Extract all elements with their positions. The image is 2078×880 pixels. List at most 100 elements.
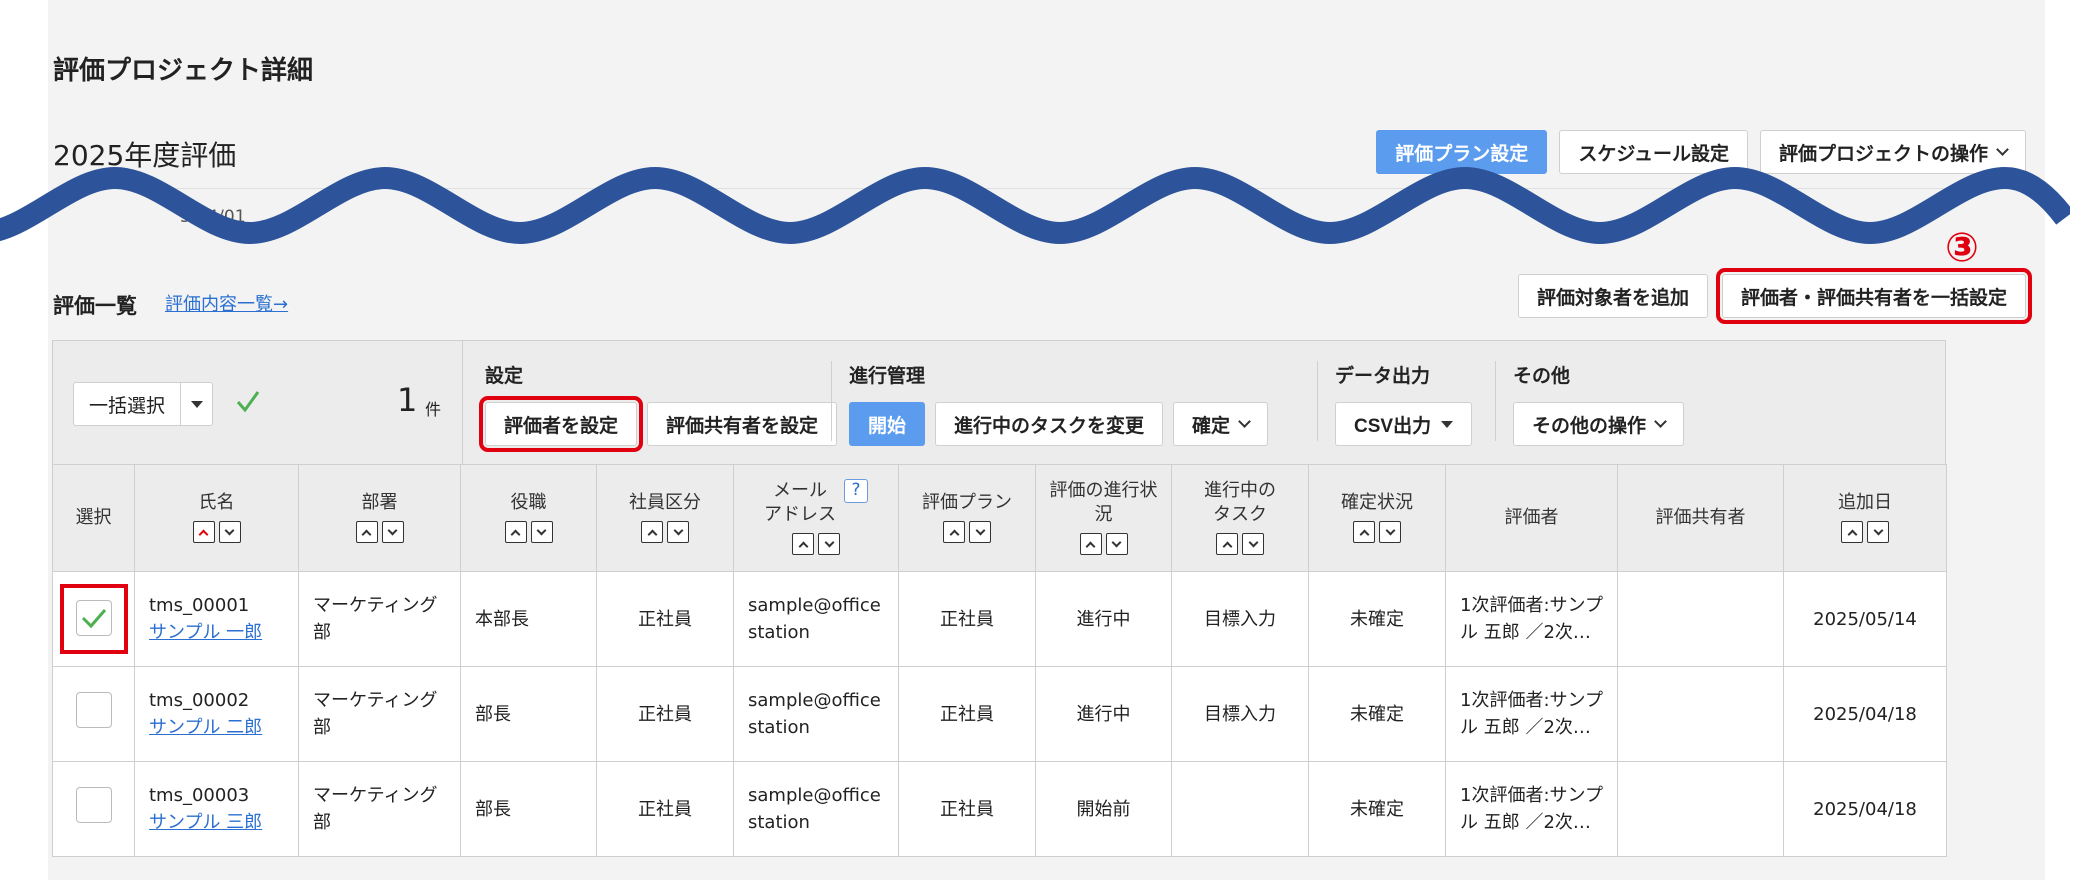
column-email: メール アドレス? <box>733 464 899 572</box>
bulk-select-dropdown[interactable]: 一括選択 <box>73 382 213 426</box>
sort-controls <box>1841 521 1889 544</box>
sort-asc-icon[interactable] <box>504 521 527 544</box>
column-confirm-status: 確定状況 <box>1308 464 1446 572</box>
status-cell: 進行中 <box>1035 571 1172 667</box>
sort-asc-icon[interactable] <box>355 521 378 544</box>
sort-desc-icon[interactable] <box>667 521 689 544</box>
set-sharer-label: 評価共有者を設定 <box>666 415 819 437</box>
select-cell <box>52 666 135 762</box>
task-cell: 目標入力 <box>1171 666 1309 762</box>
help-icon[interactable]: ? <box>844 478 868 503</box>
row-checkbox[interactable] <box>75 787 112 823</box>
employee-type-cell: 正社員 <box>596 571 734 667</box>
employee-name-link[interactable]: サンプル 三郎 <box>149 812 262 833</box>
csv-export-dropdown[interactable]: CSV出力 <box>1335 402 1473 446</box>
sort-asc-icon[interactable] <box>1079 533 1102 556</box>
select-cell <box>52 571 135 667</box>
employee-name-link[interactable]: サンプル 二郎 <box>149 717 262 738</box>
change-task-label: 進行中のタスクを変更 <box>954 415 1145 437</box>
sort-asc-icon[interactable] <box>641 521 663 544</box>
sort-desc-icon[interactable] <box>1105 533 1128 556</box>
bulk-set-evaluators-label: 評価者・評価共有者を一括設定 <box>1740 287 2007 309</box>
plan-cell: 正社員 <box>898 666 1036 762</box>
other-group-title: その他 <box>1513 365 1571 387</box>
sort-desc-icon[interactable] <box>1242 533 1264 556</box>
bulk-set-evaluators-button[interactable]: 評価者・評価共有者を一括設定 <box>1715 268 2033 324</box>
add-target-label: 評価対象者を追加 <box>1536 287 1689 309</box>
table-row: tms_00001 サンプル 一郎 マーケティング部 本部長 正社員 sample… <box>52 571 1947 667</box>
sort-desc-icon[interactable] <box>381 521 404 544</box>
sort-desc-icon[interactable] <box>530 521 553 544</box>
dept-cell: マーケティング部 <box>298 761 461 857</box>
row-checkbox-frame <box>59 584 128 654</box>
settings-group-title: 設定 <box>485 365 524 387</box>
sort-asc-icon[interactable] <box>943 521 965 544</box>
sort-controls <box>355 521 404 544</box>
selection-panel: 一括選択 1 件 <box>53 341 463 464</box>
column-current-task: 進行中の タスク <box>1171 464 1309 572</box>
select-cell <box>52 761 135 857</box>
add-target-button[interactable]: 評価対象者を追加 <box>1517 274 1708 318</box>
evaluation-contents-link[interactable]: 評価内容一覧→ <box>165 290 288 316</box>
employee-type-cell: 正社員 <box>596 761 734 857</box>
dept-cell: マーケティング部 <box>298 666 461 762</box>
sort-asc-icon[interactable] <box>792 533 814 556</box>
column-added-date: 追加日 <box>1783 464 1947 572</box>
confirm-cell: 未確定 <box>1308 571 1446 667</box>
set-sharer-button[interactable]: 評価共有者を設定 <box>647 402 838 446</box>
sort-asc-icon[interactable] <box>1841 521 1863 544</box>
name-cell: tms_00001 サンプル 一郎 <box>134 571 299 667</box>
task-cell <box>1171 761 1309 857</box>
csv-export-label: CSV出力 <box>1354 415 1432 437</box>
employee-id: tms_00001 <box>149 595 250 616</box>
confirm-dropdown[interactable]: 確定 <box>1173 402 1269 446</box>
wave-separator <box>0 166 2070 245</box>
position-cell: 本部長 <box>460 571 597 667</box>
set-evaluator-button[interactable]: 評価者を設定 <box>478 396 644 452</box>
employee-id: tms_00002 <box>149 690 250 711</box>
start-label: 開始 <box>868 415 907 437</box>
sort-controls <box>1353 521 1401 544</box>
row-checkbox[interactable] <box>75 692 112 728</box>
sort-asc-icon[interactable] <box>192 521 215 544</box>
sort-desc-icon[interactable] <box>218 521 241 544</box>
other-operations-dropdown[interactable]: その他の操作 <box>1513 402 1685 446</box>
sort-desc-icon[interactable] <box>1867 521 1889 544</box>
employee-name-link[interactable]: サンプル 一郎 <box>149 622 262 643</box>
selected-count-unit: 件 <box>425 400 442 419</box>
column-plan: 評価プラン <box>898 464 1036 572</box>
annotation-3: ③ <box>1945 225 1979 271</box>
row-checkbox[interactable] <box>75 600 112 636</box>
sort-asc-icon[interactable] <box>1216 533 1238 556</box>
column-status: 評価の進行状況 <box>1035 464 1172 572</box>
triangle-down-icon <box>1441 420 1454 428</box>
sort-desc-icon[interactable] <box>1379 521 1401 544</box>
status-cell: 開始前 <box>1035 761 1172 857</box>
sort-asc-icon[interactable] <box>1353 521 1375 544</box>
sort-desc-icon[interactable] <box>969 521 991 544</box>
column-evaluator: 評価者 <box>1445 464 1618 572</box>
confirm-cell: 未確定 <box>1308 761 1446 857</box>
check-icon <box>236 391 260 413</box>
plan-cell: 正社員 <box>898 571 1036 667</box>
sort-controls <box>943 521 991 544</box>
progress-group: 進行管理 開始 進行中のタスクを変更 確定 <box>849 361 1269 446</box>
start-button[interactable]: 開始 <box>849 402 926 446</box>
toolbar-separator <box>831 361 832 441</box>
position-cell: 部長 <box>460 761 597 857</box>
dept-cell: マーケティング部 <box>298 571 461 667</box>
added-date-cell: 2025/05/14 <box>1783 571 1947 667</box>
check-icon <box>81 609 106 629</box>
chevron-down-icon <box>1996 143 2009 156</box>
page-title: 評価プロジェクト詳細 <box>53 56 314 86</box>
other-group: その他 その他の操作 <box>1495 361 1685 446</box>
column-dept: 部署 <box>298 464 461 572</box>
confirm-label: 確定 <box>1192 415 1231 437</box>
change-task-button[interactable]: 進行中のタスクを変更 <box>935 402 1164 446</box>
column-name: 氏名 <box>134 464 299 572</box>
confirm-cell: 未確定 <box>1308 666 1446 762</box>
sharer-cell <box>1617 761 1784 857</box>
chevron-down-icon <box>1238 415 1251 428</box>
sort-desc-icon[interactable] <box>818 533 840 556</box>
sort-controls <box>792 533 840 556</box>
